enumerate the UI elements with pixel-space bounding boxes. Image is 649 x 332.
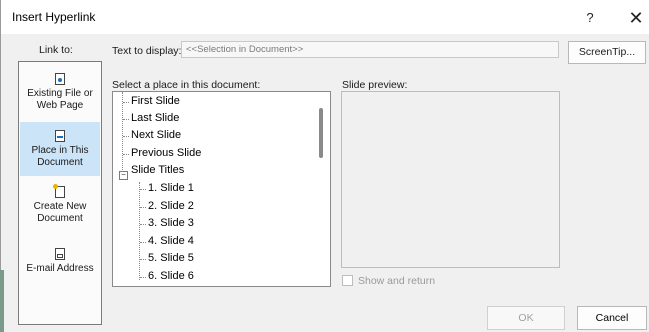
screentip-button[interactable]: ScreenTip... xyxy=(568,41,646,64)
tree-item-slide-1[interactable]: 1. Slide 1 xyxy=(148,182,194,194)
link-to-email-label: E-mail Address xyxy=(26,263,94,274)
tree-item-previous-slide[interactable]: Previous Slide xyxy=(131,147,201,159)
new-document-icon xyxy=(53,184,65,198)
tree-item-slide-2[interactable]: 2. Slide 2 xyxy=(148,200,194,212)
help-button[interactable]: ? xyxy=(579,8,601,28)
tree-item-slide-4[interactable]: 4. Slide 4 xyxy=(148,235,194,247)
tree-item-slide-6[interactable]: 6. Slide 6 xyxy=(148,270,194,282)
cancel-button[interactable]: Cancel xyxy=(577,306,647,330)
close-button[interactable]: ✕ xyxy=(625,7,647,29)
insert-hyperlink-dialog: Insert Hyperlink ? ✕ Link to: Existing F… xyxy=(0,0,649,332)
tree-item-slide-3[interactable]: 3. Slide 3 xyxy=(148,217,194,229)
tree-scrollbar-thumb[interactable] xyxy=(319,108,323,158)
background-window-strip xyxy=(0,270,4,332)
text-to-display-label: Text to display: xyxy=(112,45,182,57)
tree-connector xyxy=(140,277,146,278)
tree-connector xyxy=(140,189,146,190)
ok-button[interactable]: OK xyxy=(487,306,565,330)
place-in-document-label: Select a place in this document: xyxy=(112,79,261,91)
show-and-return-checkbox[interactable] xyxy=(342,275,353,286)
link-to-place-label: Place in This Document xyxy=(31,145,89,168)
text-to-display-input[interactable]: <<Selection in Document>> xyxy=(181,41,559,58)
link-to-existing-file-label: Existing File or Web Page xyxy=(27,88,93,111)
link-to-existing-file-or-web-page[interactable]: Existing File or Web Page xyxy=(20,73,100,119)
email-icon xyxy=(55,248,65,260)
collapse-slide-titles-button[interactable]: − xyxy=(119,171,128,180)
link-to-email-address[interactable]: E-mail Address xyxy=(20,248,100,288)
place-in-document-icon xyxy=(55,130,65,142)
link-to-create-new-label: Create New Document xyxy=(33,201,87,224)
file-web-icon xyxy=(55,73,65,85)
tree-connector xyxy=(140,224,146,225)
tree-item-slide-5[interactable]: 5. Slide 5 xyxy=(148,252,194,264)
tree-connector xyxy=(140,207,146,208)
title-bar: Insert Hyperlink ? ✕ xyxy=(1,0,649,34)
link-to-label: Link to: xyxy=(39,44,73,56)
tree-connector xyxy=(123,119,129,120)
slide-preview-label: Slide preview: xyxy=(342,79,408,91)
tree-item-slide-titles[interactable]: Slide Titles xyxy=(131,164,184,176)
tree-connector xyxy=(122,92,123,174)
slide-preview-box xyxy=(341,91,560,268)
dialog-title: Insert Hyperlink xyxy=(12,10,96,24)
tree-connector xyxy=(140,242,146,243)
show-and-return-label: Show and return xyxy=(358,275,436,287)
link-to-sidebar: Existing File or Web Page Place in This … xyxy=(18,61,102,325)
tree-connector xyxy=(140,259,146,260)
place-in-document-tree[interactable]: First Slide Last Slide Next Slide Previo… xyxy=(112,91,331,287)
tree-connector xyxy=(123,154,129,155)
link-to-create-new-document[interactable]: Create New Document xyxy=(20,184,100,232)
link-to-place-in-this-document[interactable]: Place in This Document xyxy=(20,122,100,176)
tree-item-last-slide[interactable]: Last Slide xyxy=(131,112,179,124)
tree-item-first-slide[interactable]: First Slide xyxy=(131,95,180,107)
tree-connector xyxy=(123,136,129,137)
tree-connector xyxy=(139,182,140,280)
tree-connector xyxy=(123,102,129,103)
tree-item-next-slide[interactable]: Next Slide xyxy=(131,129,181,141)
